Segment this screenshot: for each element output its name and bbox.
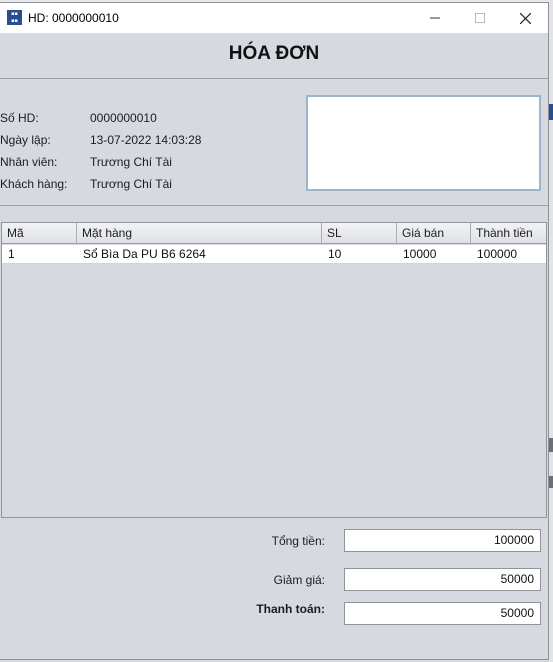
table-row[interactable]: 1 Sổ Bìa Da PU B6 6264 10 10000 100000 bbox=[2, 245, 546, 264]
payment-label: Thanh toán: bbox=[256, 602, 325, 616]
discount-field[interactable]: 50000 bbox=[344, 568, 541, 591]
cell-thanh-tien: 100000 bbox=[477, 247, 518, 261]
window-title: HD: 0000000010 bbox=[28, 11, 119, 25]
employee-label: Nhân viên: bbox=[0, 155, 58, 169]
date-label: Ngày lập: bbox=[0, 133, 51, 147]
total-field[interactable]: 100000 bbox=[344, 529, 541, 552]
discount-label: Giảm giá: bbox=[273, 573, 325, 587]
close-button[interactable] bbox=[502, 3, 548, 33]
cell-sl: 10 bbox=[328, 247, 342, 261]
invoice-no-label: Số HD: bbox=[0, 111, 39, 125]
app-logo-icon: ▪▪ ▪▪ bbox=[7, 10, 22, 25]
column-header-gia-ban[interactable]: Giá bán bbox=[397, 223, 471, 244]
minimize-button[interactable] bbox=[412, 3, 458, 33]
cell-gia-ban: 10000 bbox=[403, 247, 437, 261]
column-header-thanh-tien[interactable]: Thành tiền bbox=[471, 223, 546, 244]
invoice-heading: HÓA ĐƠN bbox=[228, 43, 320, 64]
column-header-ma[interactable]: Mã bbox=[2, 223, 77, 244]
date-value: 13-07-2022 14:03:28 bbox=[90, 133, 202, 147]
minimize-icon bbox=[430, 17, 440, 19]
payment-field[interactable]: 50000 bbox=[344, 602, 541, 625]
total-label: Tổng tiền: bbox=[271, 534, 325, 548]
customer-label: Khách hàng: bbox=[0, 177, 68, 191]
invoice-no-value: 0000000010 bbox=[90, 111, 157, 125]
qr-image-box bbox=[306, 95, 541, 191]
divider bbox=[0, 205, 548, 206]
background-app-edge bbox=[549, 0, 553, 662]
column-header-sl[interactable]: SL bbox=[322, 223, 397, 244]
close-icon bbox=[519, 12, 531, 24]
maximize-icon bbox=[475, 13, 485, 23]
customer-value: Trương Chí Tài bbox=[90, 177, 172, 191]
employee-value: Trương Chí Tài bbox=[90, 155, 172, 169]
cell-mat-hang: Sổ Bìa Da PU B6 6264 bbox=[83, 247, 206, 261]
divider bbox=[0, 78, 548, 79]
column-header-mat-hang[interactable]: Mặt hàng bbox=[77, 223, 322, 244]
title-bar[interactable]: ▪▪ ▪▪ HD: 0000000010 bbox=[0, 3, 548, 33]
cell-ma: 1 bbox=[8, 247, 15, 261]
invoice-items-table[interactable]: Mã Mặt hàng SL Giá bán Thành tiền 1 Sổ B… bbox=[1, 222, 547, 518]
table-header: Mã Mặt hàng SL Giá bán Thành tiền bbox=[2, 223, 546, 244]
invoice-dialog: ▪▪ ▪▪ HD: 0000000010 HÓA ĐƠN Số HD: 00000… bbox=[0, 2, 549, 660]
maximize-button[interactable] bbox=[457, 3, 503, 33]
